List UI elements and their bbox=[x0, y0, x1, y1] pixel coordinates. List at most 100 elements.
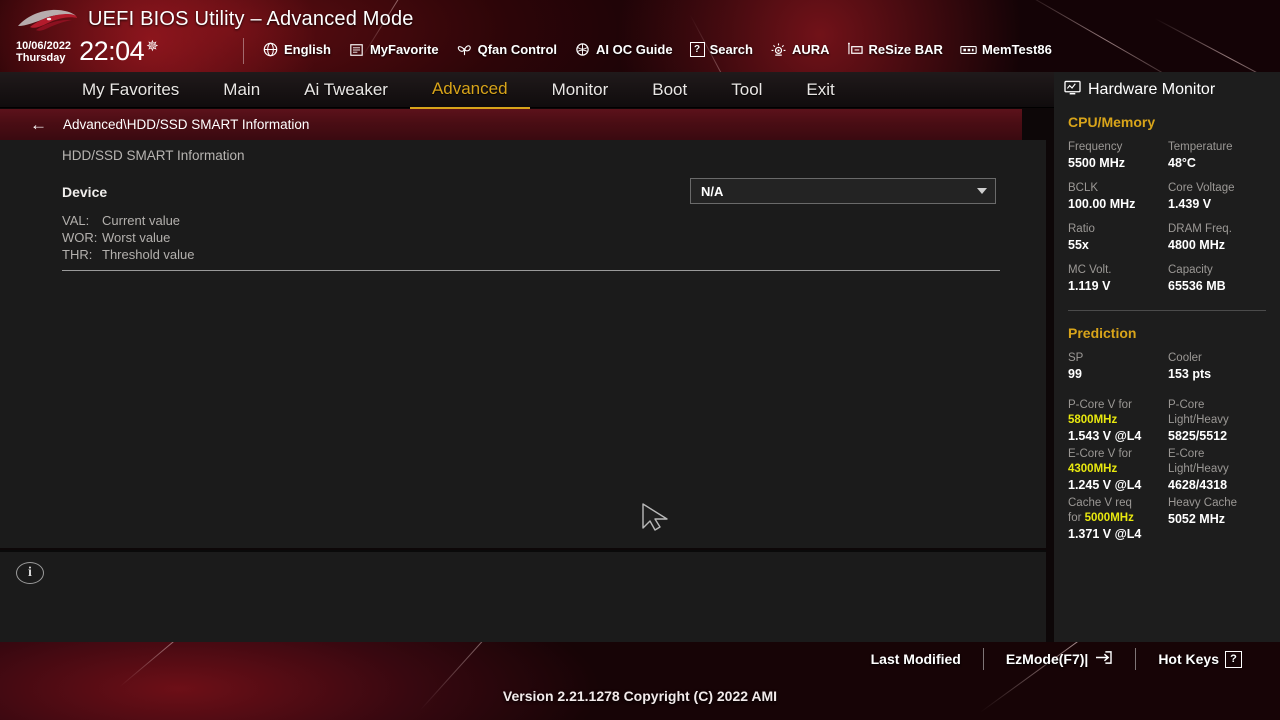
chevron-down-icon bbox=[977, 188, 987, 194]
globe-icon bbox=[262, 42, 279, 57]
header-bar: UEFI BIOS Utility – Advanced Mode 10/06/… bbox=[0, 0, 1280, 72]
stat-key-highlight: 5000MHz bbox=[1085, 512, 1134, 524]
legend-text: Worst value bbox=[102, 230, 170, 245]
stat-sp: SP99 bbox=[1068, 351, 1168, 392]
footer-bar: Last Modified EzMode(F7)| Hot Keys ? V bbox=[0, 642, 1280, 720]
arrow-pointer-cursor bbox=[640, 502, 672, 532]
tab-ai-tweaker[interactable]: Ai Tweaker bbox=[282, 72, 410, 108]
header-toolbar: English MyFavorite Qfan Control AI OC Gu… bbox=[262, 42, 1052, 57]
tool-label: AI OC Guide bbox=[596, 42, 673, 57]
stat-value: 55x bbox=[1068, 237, 1168, 253]
tab-exit[interactable]: Exit bbox=[784, 72, 856, 108]
stat-dram-freq: DRAM Freq.4800 MHz bbox=[1168, 222, 1280, 263]
tab-main[interactable]: Main bbox=[201, 72, 282, 108]
tool-resize-bar[interactable]: ReSize BAR bbox=[847, 42, 943, 57]
fan-icon bbox=[456, 42, 473, 57]
stat-key-highlight: 4300MHz bbox=[1068, 463, 1117, 475]
sidebar-title-row: Hardware Monitor bbox=[1054, 72, 1280, 100]
tool-search[interactable]: ? Search bbox=[690, 42, 753, 57]
lightbulb-icon bbox=[770, 42, 787, 57]
stat-key-highlight: 5800MHz bbox=[1068, 414, 1117, 426]
stat-key: Heavy Cache bbox=[1168, 497, 1237, 509]
resize-bar-icon bbox=[847, 42, 864, 57]
content-divider bbox=[62, 270, 1000, 271]
brain-icon bbox=[574, 42, 591, 57]
info-circle-icon[interactable]: i bbox=[16, 562, 44, 584]
stat-value: 1.439 V bbox=[1168, 196, 1280, 212]
stat-value: 1.245 V @L4 bbox=[1068, 477, 1168, 493]
tool-memtest86[interactable]: MemTest86 bbox=[960, 42, 1052, 57]
stat-value: 1.119 V bbox=[1068, 278, 1168, 294]
main-content-panel: HDD/SSD SMART Information Device N/A VAL… bbox=[0, 140, 1046, 548]
stat-ecore-v: E-Core V for 4300MHz 1.245 V @L4 bbox=[1068, 447, 1168, 496]
legend-key: VAL: bbox=[62, 212, 102, 229]
stat-key: Capacity bbox=[1168, 263, 1280, 278]
tab-boot[interactable]: Boot bbox=[630, 72, 709, 108]
arrow-left-icon[interactable]: ← bbox=[30, 116, 47, 133]
legend-item: THR:Threshold value bbox=[62, 246, 195, 263]
stat-pcore-light-heavy: P-CoreLight/Heavy 5825/5512 bbox=[1168, 398, 1280, 447]
legend-item: WOR:Worst value bbox=[62, 229, 195, 246]
monitor-icon bbox=[1064, 80, 1081, 100]
bios-screen: UEFI BIOS Utility – Advanced Mode 10/06/… bbox=[0, 0, 1280, 720]
stat-temperature: Temperature48°C bbox=[1168, 140, 1280, 181]
date-text: 10/06/2022 bbox=[16, 40, 71, 52]
sidebar-group-cpu-memory: CPU/Memory bbox=[1054, 100, 1280, 130]
question-box-icon: ? bbox=[690, 42, 705, 57]
prediction-detail-grid: P-Core V for5800MHz 1.543 V @L4 P-CoreLi… bbox=[1054, 392, 1280, 545]
tool-myfavorite[interactable]: MyFavorite bbox=[348, 42, 439, 57]
stat-value: 1.543 V @L4 bbox=[1068, 428, 1168, 444]
stat-key: Cache V req bbox=[1068, 497, 1132, 509]
version-text: Version 2.21.1278 Copyright (C) 2022 AMI bbox=[0, 688, 1280, 704]
tool-label: Qfan Control bbox=[478, 42, 557, 57]
tab-monitor[interactable]: Monitor bbox=[530, 72, 631, 108]
stat-mc-volt: MC Volt.1.119 V bbox=[1068, 263, 1168, 304]
stat-key: Ratio bbox=[1068, 222, 1168, 237]
hotkeys-label: Hot Keys bbox=[1158, 651, 1219, 667]
legend-key: WOR: bbox=[62, 229, 102, 246]
gear-icon[interactable]: ✵ bbox=[146, 39, 159, 54]
device-select-value: N/A bbox=[701, 184, 723, 199]
last-modified-button[interactable]: Last Modified bbox=[849, 651, 983, 667]
stat-value: 65536 MB bbox=[1168, 278, 1280, 294]
stat-ratio: Ratio55x bbox=[1068, 222, 1168, 263]
question-key-icon: ? bbox=[1225, 651, 1242, 668]
hotkeys-button[interactable]: Hot Keys ? bbox=[1136, 651, 1264, 668]
stat-core-voltage: Core Voltage1.439 V bbox=[1168, 181, 1280, 222]
stat-cooler: Cooler153 pts bbox=[1168, 351, 1280, 392]
sidebar-title: Hardware Monitor bbox=[1088, 81, 1215, 99]
tool-label: Search bbox=[710, 42, 753, 57]
page-title: UEFI BIOS Utility – Advanced Mode bbox=[88, 8, 414, 31]
stat-key: Temperature bbox=[1168, 140, 1280, 155]
tool-label: English bbox=[284, 42, 331, 57]
arrow-into-box-icon bbox=[1094, 650, 1113, 668]
tool-ai-oc-guide[interactable]: AI OC Guide bbox=[574, 42, 673, 57]
setting-row-device: Device N/A bbox=[62, 178, 998, 206]
stat-key: Frequency bbox=[1068, 140, 1168, 155]
stat-key: MC Volt. bbox=[1068, 263, 1168, 278]
device-select[interactable]: N/A bbox=[690, 178, 996, 204]
tool-aura[interactable]: AURA bbox=[770, 42, 830, 57]
tab-advanced[interactable]: Advanced bbox=[410, 71, 530, 109]
stat-value: 5052 MHz bbox=[1168, 511, 1280, 527]
legend-text: Threshold value bbox=[102, 247, 195, 262]
stat-value: 4800 MHz bbox=[1168, 237, 1280, 253]
help-panel: i bbox=[0, 550, 1046, 642]
stat-value: 1.371 V @L4 bbox=[1068, 526, 1168, 542]
stat-value: 153 pts bbox=[1168, 366, 1280, 382]
sidebar-group-prediction: Prediction bbox=[1054, 311, 1280, 341]
tool-english[interactable]: English bbox=[262, 42, 331, 57]
legend-item: VAL:Current value bbox=[62, 212, 195, 229]
tab-my-favorites[interactable]: My Favorites bbox=[60, 72, 201, 108]
ezmode-button[interactable]: EzMode(F7)| bbox=[984, 650, 1135, 668]
tool-qfan-control[interactable]: Qfan Control bbox=[456, 42, 557, 57]
stat-pcore-v: P-Core V for5800MHz 1.543 V @L4 bbox=[1068, 398, 1168, 447]
legend-key: THR: bbox=[62, 246, 102, 263]
stat-key: E-Core V for bbox=[1068, 448, 1132, 460]
stat-key2: Light/Heavy bbox=[1168, 414, 1229, 426]
memtest-icon bbox=[960, 42, 977, 57]
tab-tool[interactable]: Tool bbox=[709, 72, 784, 108]
stat-key: Cooler bbox=[1168, 351, 1280, 366]
stat-key2: for bbox=[1068, 512, 1081, 524]
legend-text: Current value bbox=[102, 213, 180, 228]
